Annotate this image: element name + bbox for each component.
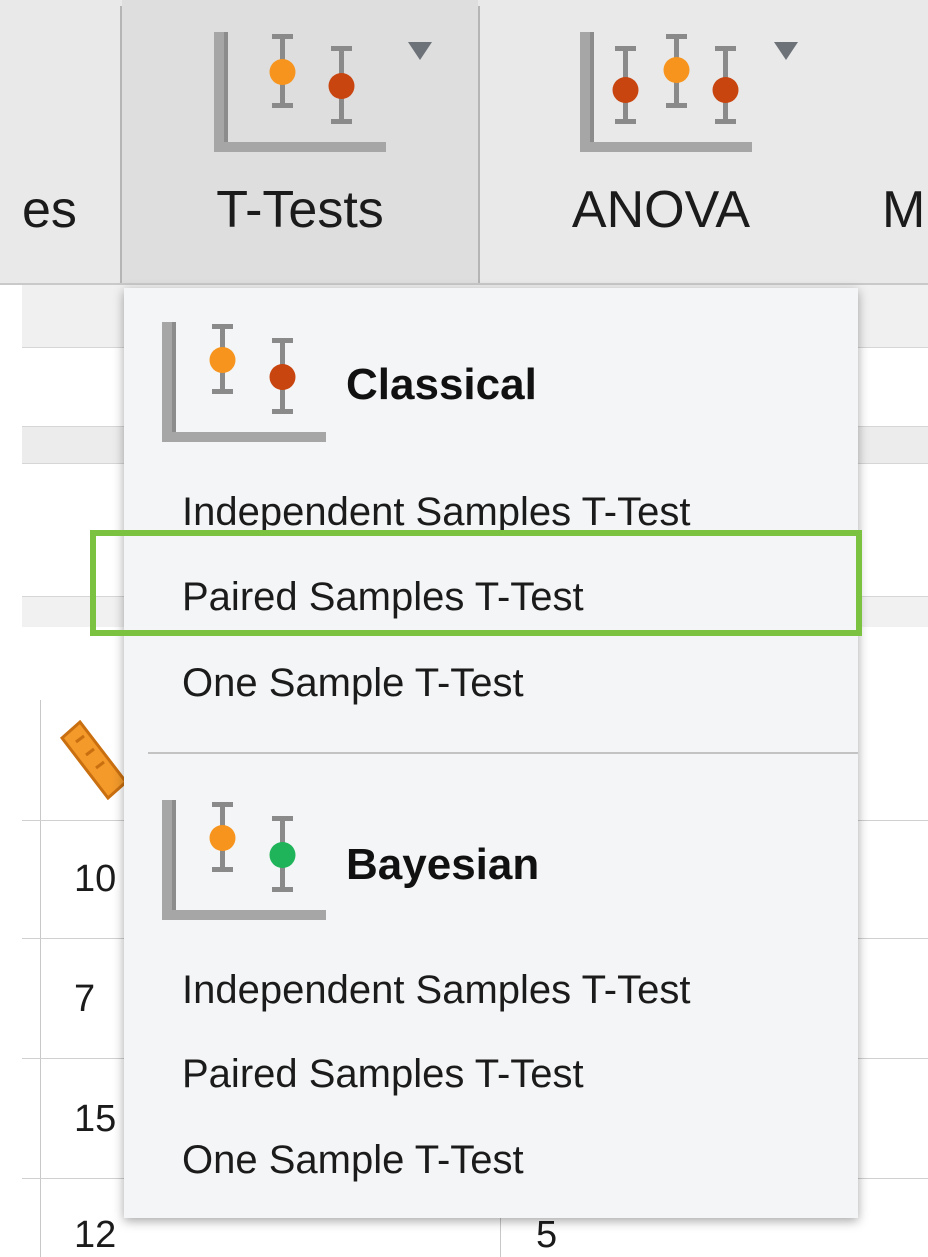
ribbon-button-label: M xyxy=(882,181,926,239)
ribbon-button-anova[interactable]: ANOVA xyxy=(480,0,842,283)
ttest-chart-icon xyxy=(214,32,386,152)
ribbon-toolbar: es T-Tests ANOVA M xyxy=(0,0,928,285)
table-cell[interactable]: 15 xyxy=(74,1098,116,1141)
grid-line xyxy=(40,700,41,1257)
grid-line xyxy=(500,1215,501,1257)
chevron-down-icon[interactable] xyxy=(774,42,798,60)
section-title-classical: Classical xyxy=(346,360,537,409)
ribbon-button-label: ANOVA xyxy=(571,181,751,239)
menu-item-bayesian-one-sample[interactable]: One Sample T-Test xyxy=(182,1138,524,1183)
ttests-dropdown-menu: Classical Independent Samples T-Test Pai… xyxy=(124,288,858,1218)
section-title-bayesian: Bayesian xyxy=(346,840,540,889)
menu-divider xyxy=(148,752,858,754)
menu-item-classical-one-sample[interactable]: One Sample T-Test xyxy=(182,661,524,706)
scale-ruler-icon xyxy=(59,720,128,800)
ribbon-button-ttests[interactable]: T-Tests xyxy=(122,0,478,283)
ribbon-button-mixed[interactable]: M xyxy=(842,0,928,283)
ribbon-button-descriptives[interactable]: es xyxy=(0,0,120,283)
table-cell[interactable]: 7 xyxy=(74,978,95,1021)
ribbon-button-label: T-Tests xyxy=(216,181,384,239)
classical-ttest-icon xyxy=(162,322,326,442)
menu-item-classical-independent[interactable]: Independent Samples T-Test xyxy=(182,490,690,535)
menu-item-bayesian-independent[interactable]: Independent Samples T-Test xyxy=(182,968,690,1013)
table-cell[interactable]: 5 xyxy=(536,1214,557,1257)
menu-item-bayesian-paired[interactable]: Paired Samples T-Test xyxy=(182,1052,584,1097)
table-cell[interactable]: 10 xyxy=(74,858,116,901)
ribbon-button-label: es xyxy=(22,181,77,239)
anova-chart-icon xyxy=(580,32,752,152)
table-cell[interactable]: 12 xyxy=(74,1214,116,1257)
chevron-down-icon[interactable] xyxy=(408,42,432,60)
bayesian-ttest-icon xyxy=(162,800,326,920)
highlight-box xyxy=(90,530,862,636)
